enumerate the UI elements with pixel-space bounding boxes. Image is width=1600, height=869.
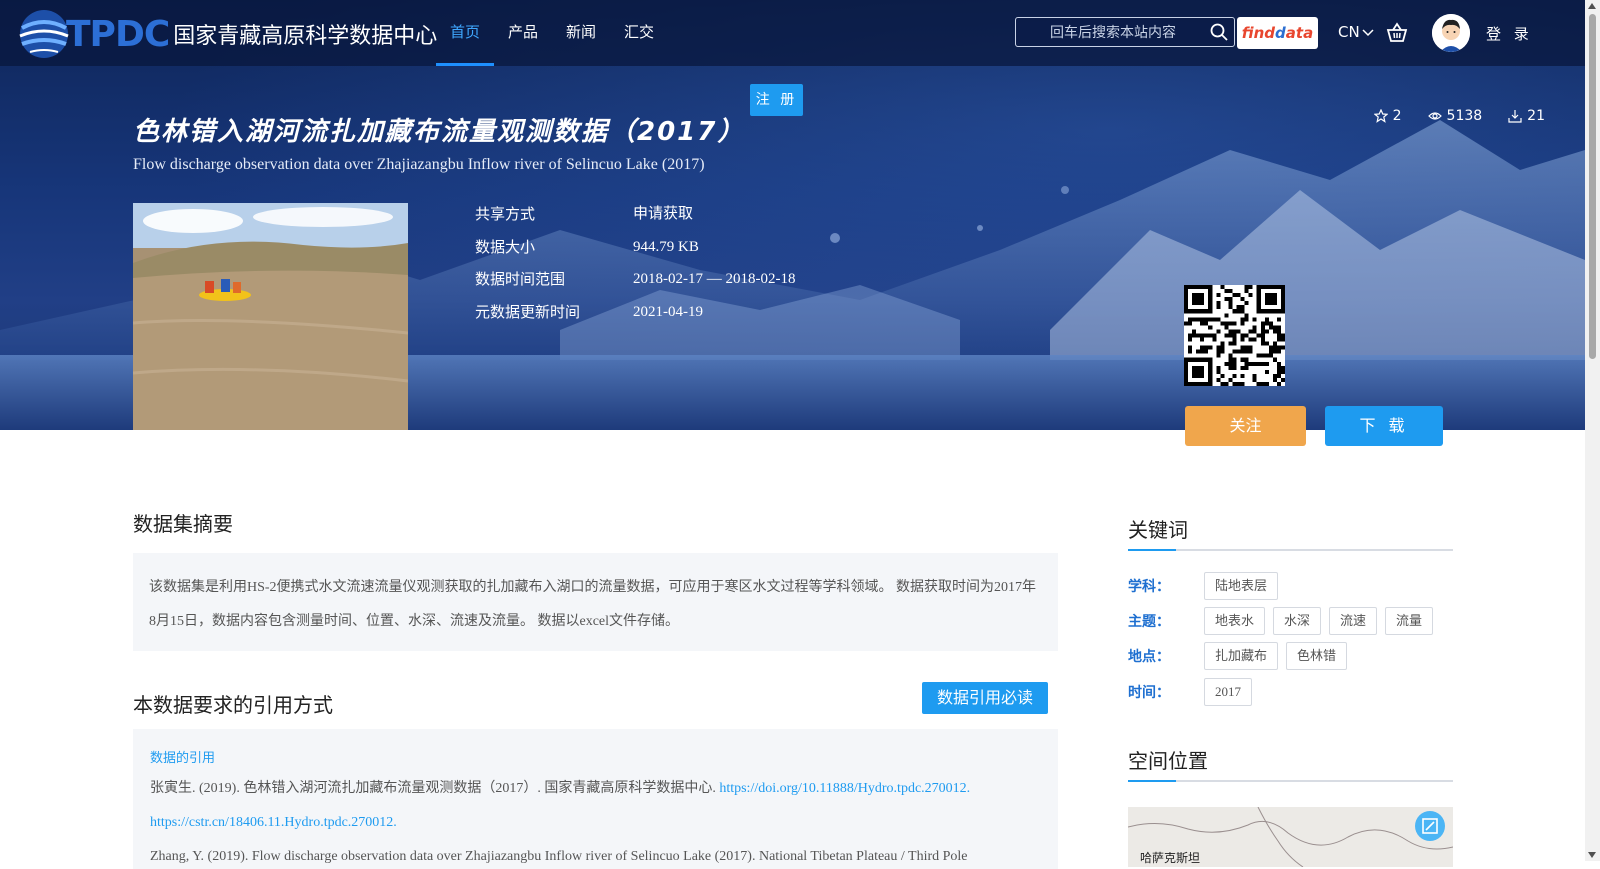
nav-home[interactable]: 首页 xyxy=(436,0,495,66)
meta-label-sharing: 共享方式 xyxy=(475,205,536,223)
follow-button[interactable]: 关注 xyxy=(1185,406,1306,446)
dataset-stats: 2 5138 21 xyxy=(1373,108,1545,124)
logo-subtitle: 国家青藏高原科学数据中心 xyxy=(173,24,438,49)
top-navigation-bar: TPDC 国家青藏高原科学数据中心 首页 产品 新闻 汇交 finddata C… xyxy=(0,0,1585,66)
scrollbar-thumb[interactable] xyxy=(1589,14,1596,359)
register-button[interactable]: 注 册 xyxy=(750,84,803,116)
map-country-label: 哈萨克斯坦 xyxy=(1140,851,1201,865)
download-button[interactable]: 下 载 xyxy=(1325,406,1443,446)
search-box xyxy=(1015,17,1235,47)
map-expand-button[interactable] xyxy=(1415,811,1445,841)
favorites-stat[interactable]: 2 xyxy=(1373,108,1402,124)
nav-products[interactable]: 产品 xyxy=(494,0,552,66)
dataset-title-en: Flow discharge observation data over Zha… xyxy=(133,156,705,173)
meta-value-updated: 2021-04-19 xyxy=(633,303,703,320)
keyword-label: 时间： xyxy=(1128,685,1170,701)
dataset-thumbnail[interactable] xyxy=(133,203,408,430)
abstract-text: 该数据集是利用HS-2便携式水文流速流量仪观测获取的扎加藏布入湖口的流量数据，可… xyxy=(149,580,1037,629)
abstract-heading: 数据集摘要 xyxy=(133,512,233,536)
meta-value-sharing: 申请获取 xyxy=(633,206,694,222)
views-count: 5138 xyxy=(1446,108,1483,124)
hero-banner: TPDC 国家青藏高原科学数据中心 首页 产品 新闻 汇交 finddata C… xyxy=(0,0,1585,430)
keyword-tag[interactable]: 流量 xyxy=(1385,607,1434,635)
keyword-label: 主题： xyxy=(1128,614,1170,630)
page-scrollbar[interactable] xyxy=(1585,0,1600,861)
star-icon xyxy=(1373,109,1388,123)
keyword-tag[interactable]: 色林错 xyxy=(1286,642,1348,670)
keywords-heading: 关键词 xyxy=(1128,514,1453,551)
cart-icon[interactable] xyxy=(1386,22,1408,44)
citation-doi-link[interactable]: https://doi.org/10.11888/Hydro.tpdc.2700… xyxy=(719,781,970,796)
nav-news[interactable]: 新闻 xyxy=(552,0,610,66)
downloads-stat: 21 xyxy=(1508,108,1545,124)
keyword-tag[interactable]: 陆地表层 xyxy=(1204,572,1279,600)
keyword-label: 地点： xyxy=(1128,649,1170,665)
keyword-row-theme: 主题： 地表水 水深 流速 流量 xyxy=(1128,607,1434,635)
site-logo[interactable]: TPDC 国家青藏高原科学数据中心 xyxy=(16,5,437,63)
meta-label-time-range: 数据时间范围 xyxy=(475,270,566,288)
language-switch[interactable]: CN xyxy=(1338,23,1374,41)
search-icon[interactable] xyxy=(1210,23,1228,41)
keyword-row-time: 时间： 2017 xyxy=(1128,678,1252,706)
logo-text: TPDC xyxy=(66,13,170,55)
qr-code xyxy=(1184,285,1285,386)
keyword-row-place: 地点： 扎加藏布 色林错 xyxy=(1128,642,1348,670)
meta-value-size: 944.79 KB xyxy=(633,238,699,255)
keyword-tag[interactable]: 2017 xyxy=(1204,678,1252,706)
expand-icon xyxy=(1422,818,1438,834)
nav-submit[interactable]: 汇交 xyxy=(610,0,668,66)
abstract-box: 该数据集是利用HS-2便携式水文流速流量仪观测获取的扎加藏布入湖口的流量数据，可… xyxy=(133,553,1058,651)
keyword-tag[interactable]: 地表水 xyxy=(1204,607,1266,635)
avatar[interactable] xyxy=(1432,14,1470,52)
meta-value-time-range: 2018-02-17 — 2018-02-18 xyxy=(633,271,796,287)
scroll-up-arrow-icon[interactable] xyxy=(1588,3,1596,9)
scroll-down-arrow-icon[interactable] xyxy=(1588,852,1596,858)
citation-box: 数据的引用 张寅生. (2019). 色林错入湖河流扎加藏布流量观测数据（201… xyxy=(133,729,1058,869)
keyword-label: 学科： xyxy=(1128,579,1170,595)
eye-icon xyxy=(1427,112,1442,120)
keyword-tag[interactable]: 水深 xyxy=(1273,607,1322,635)
location-heading: 空间位置 xyxy=(1128,745,1453,782)
findata-text-2: ata xyxy=(1285,24,1314,42)
keyword-tags: 2017 xyxy=(1204,678,1252,706)
main-nav: 首页 产品 新闻 汇交 xyxy=(436,0,668,66)
search-input[interactable] xyxy=(1026,22,1200,44)
keyword-tags: 扎加藏布 色林错 xyxy=(1204,642,1348,670)
keyword-tag[interactable]: 流速 xyxy=(1329,607,1378,635)
citation-text: 张寅生. (2019). 色林错入湖河流扎加藏布流量观测数据（2017）. 国家… xyxy=(150,772,1041,869)
location-map[interactable]: 哈萨克斯坦 xyxy=(1128,807,1453,867)
downloads-count: 21 xyxy=(1527,108,1545,124)
findata-button[interactable]: finddata xyxy=(1237,17,1318,49)
keyword-tag[interactable]: 扎加藏布 xyxy=(1204,642,1279,670)
citation-text-cn: 张寅生. (2019). 色林错入湖河流扎加藏布流量观测数据（2017）. 国家… xyxy=(150,781,720,796)
meta-label-size: 数据大小 xyxy=(475,237,536,256)
citation-heading: 本数据要求的引用方式 xyxy=(133,693,333,717)
login-link[interactable]: 登 录 xyxy=(1486,23,1533,44)
citation-label: 数据的引用 xyxy=(150,751,216,766)
views-stat: 5138 xyxy=(1427,108,1483,124)
chevron-down-icon xyxy=(1362,29,1374,37)
keyword-tags: 陆地表层 xyxy=(1204,572,1279,600)
meta-row: 数据大小 944.79 KB xyxy=(475,235,795,268)
download-icon xyxy=(1508,110,1522,123)
citation-cstr-link[interactable]: https://cstr.cn/18406.11.Hydro.tpdc.2700… xyxy=(150,815,397,830)
language-label: CN xyxy=(1338,23,1360,41)
citation-text-en: Zhang, Y. (2019). Flow discharge observa… xyxy=(150,849,968,864)
meta-label-updated: 元数据更新时间 xyxy=(475,302,581,321)
keyword-row-discipline: 学科： 陆地表层 xyxy=(1128,572,1279,600)
dataset-title-cn: 色林错入湖河流扎加藏布流量观测数据（2017） xyxy=(133,117,746,147)
findata-text-1: find xyxy=(1241,24,1276,42)
citation-must-read-button[interactable]: 数据引用必读 xyxy=(922,682,1048,714)
keyword-tags: 地表水 水深 流速 流量 xyxy=(1204,607,1434,635)
favorites-count: 2 xyxy=(1392,108,1402,124)
user-avatar-icon xyxy=(1432,14,1470,52)
dataset-meta: 共享方式 申请获取 数据大小 944.79 KB 数据时间范围 2018-02-… xyxy=(475,202,795,332)
findata-text-d: d xyxy=(1275,24,1286,42)
globe-logo-icon xyxy=(19,10,69,58)
meta-row: 元数据更新时间 2021-04-19 xyxy=(475,300,795,333)
meta-row: 共享方式 申请获取 xyxy=(475,202,795,235)
meta-row: 数据时间范围 2018-02-17 — 2018-02-18 xyxy=(475,267,795,300)
